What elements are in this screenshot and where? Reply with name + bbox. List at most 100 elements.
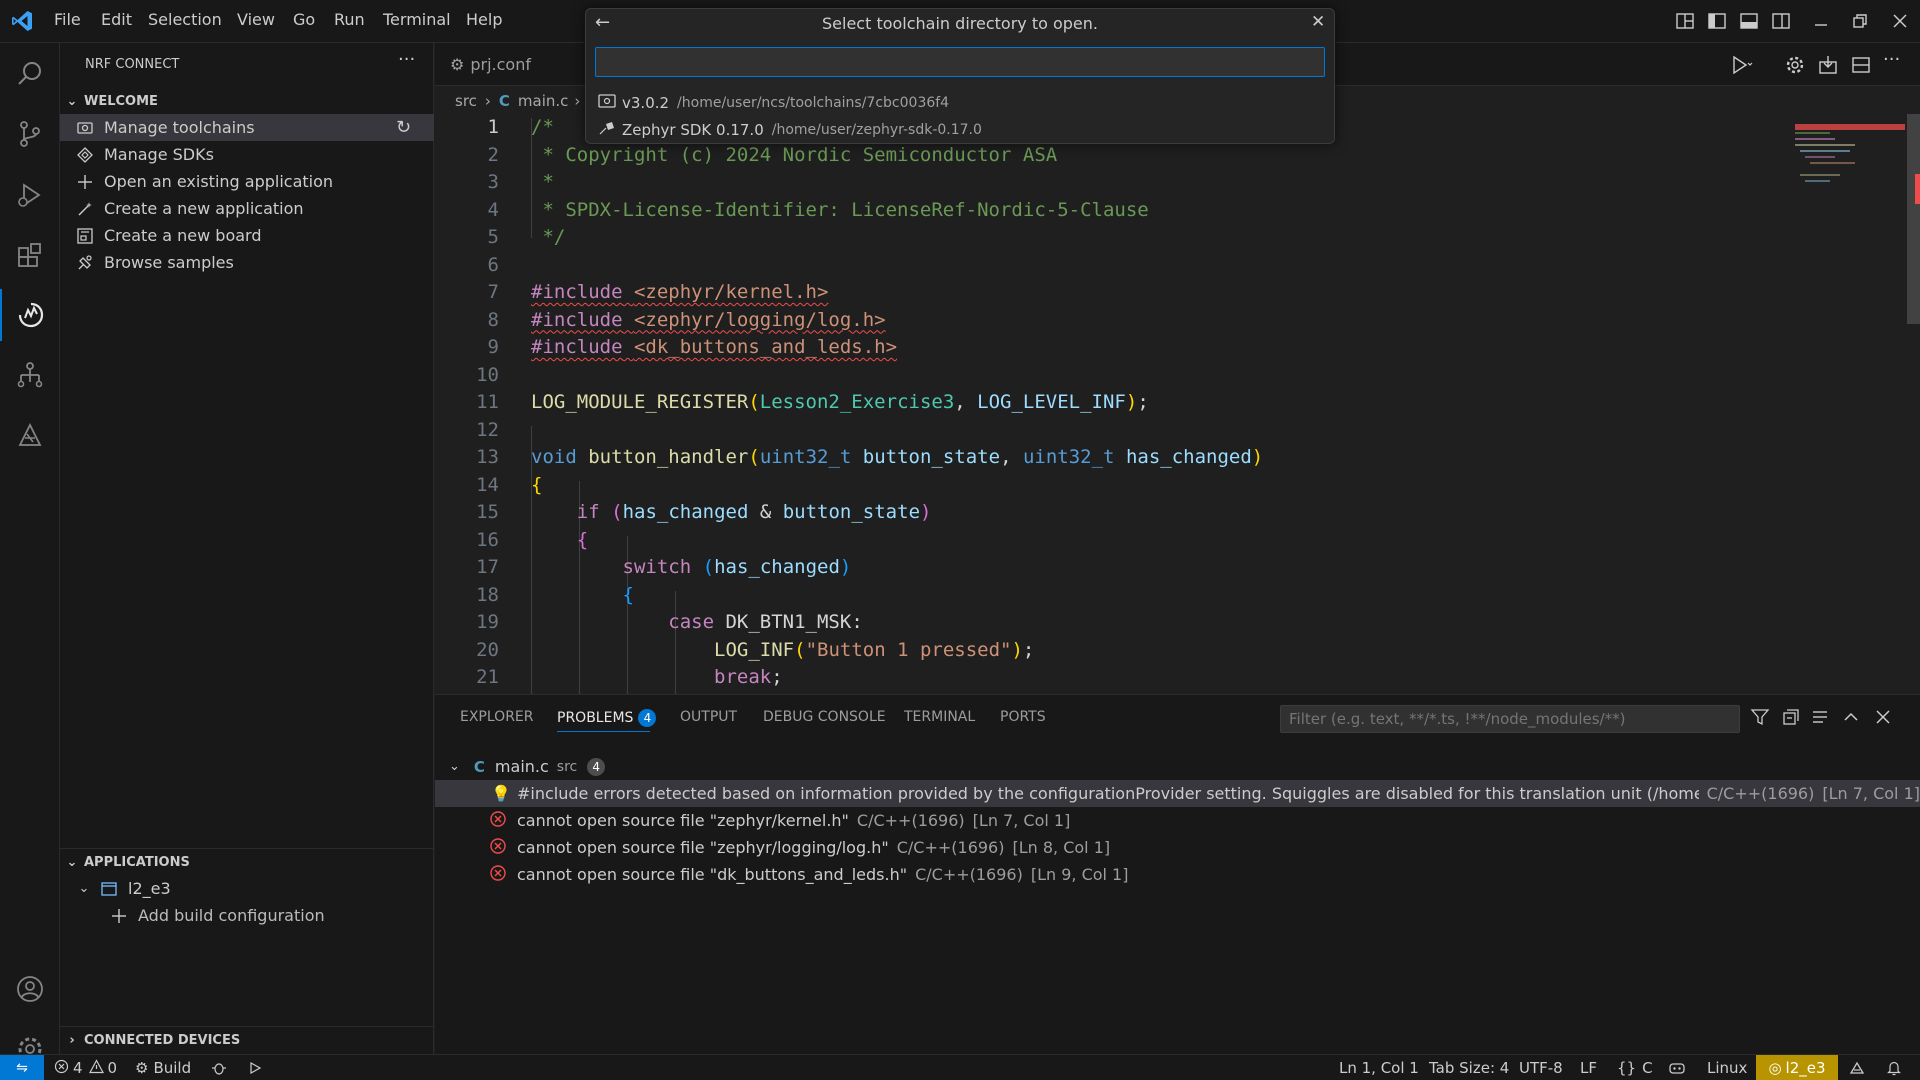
- notifications-bell-icon[interactable]: [1886, 1058, 1902, 1078]
- tab-problems[interactable]: PROBLEMS 4: [557, 709, 657, 727]
- application-l2-e3-item[interactable]: ⌄ l2_e3: [60, 875, 434, 902]
- restore-icon[interactable]: [1849, 10, 1871, 32]
- problem-row[interactable]: cannot open source file "zephyr/logging/…: [435, 834, 1920, 861]
- manage-sdks-item[interactable]: Manage SDKs: [60, 141, 434, 168]
- browse-samples-label: Browse samples: [104, 253, 234, 272]
- close-window-icon[interactable]: [1889, 10, 1911, 32]
- flash-icon[interactable]: [1817, 54, 1839, 76]
- run-debug-icon[interactable]: [0, 169, 60, 221]
- menu-terminal[interactable]: Terminal: [383, 10, 451, 29]
- problem-row[interactable]: cannot open source file "zephyr/kernel.h…: [435, 807, 1920, 834]
- collapse-all-icon[interactable]: [1781, 707, 1801, 727]
- copilot-icon[interactable]: [1668, 1058, 1686, 1078]
- menu-run[interactable]: Run: [334, 10, 365, 29]
- tab-debug-console[interactable]: DEBUG CONSOLE: [763, 709, 886, 725]
- warning-count: 0: [107, 1059, 118, 1077]
- extensions-icon[interactable]: [0, 229, 60, 281]
- minimize-icon[interactable]: [1810, 10, 1832, 32]
- menu-edit[interactable]: Edit: [101, 10, 132, 29]
- warning-icon: [88, 1058, 104, 1078]
- language-mode[interactable]: {} C: [1617, 1058, 1653, 1078]
- maximize-panel-icon[interactable]: [1841, 707, 1861, 727]
- os-indicator[interactable]: Linux: [1707, 1058, 1747, 1078]
- menu-selection[interactable]: Selection: [148, 10, 222, 29]
- run-play-icon[interactable]: [248, 1058, 262, 1078]
- toggle-panel-icon[interactable]: [1738, 10, 1760, 32]
- quick-pick-item-ncs-toolchain[interactable]: v3.0.2 /home/user/ncs/toolchains/7cbc003…: [586, 89, 1334, 116]
- close-icon[interactable]: ✕: [1311, 12, 1325, 32]
- quick-pick-item-zephyr-sdk[interactable]: Zephyr SDK 0.17.0 /home/user/zephyr-sdk-…: [586, 116, 1334, 143]
- problems-file-row[interactable]: ⌄ C main.c src 4: [435, 753, 1920, 780]
- more-actions-icon[interactable]: ···: [398, 49, 415, 70]
- breadcrumb-file[interactable]: main.c: [518, 92, 569, 110]
- chevron-right-icon: ›: [69, 1032, 75, 1048]
- nrf-connect-icon[interactable]: [0, 289, 60, 341]
- sdk-icon: [74, 144, 96, 166]
- menu-go[interactable]: Go: [293, 10, 315, 29]
- tab-prj-conf[interactable]: ⚙ prj.conf: [450, 43, 531, 86]
- code-line-8: #include <zephyr/logging/log.h>: [531, 308, 886, 331]
- split-editor-icon[interactable]: [1850, 54, 1872, 76]
- applications-section-header[interactable]: ⌄ APPLICATIONS: [60, 849, 434, 875]
- end-of-line[interactable]: LF: [1580, 1058, 1597, 1078]
- run-build-icon[interactable]: [1730, 54, 1754, 76]
- c-file-icon: C: [498, 91, 510, 110]
- code-editor[interactable]: 1 /* 2 * Copyright (c) 2024 Nordic Semico…: [435, 114, 1920, 694]
- tab-prj-conf-label: prj.conf: [470, 55, 531, 74]
- tab-ports[interactable]: PORTS: [1000, 709, 1046, 725]
- problem-row[interactable]: 💡 #include errors detected based on info…: [435, 780, 1920, 807]
- language-label: C: [1642, 1059, 1653, 1077]
- status-bar: ⇋ 4 0 ⚙ Build Ln 1, Col 1 Tab Size: 4 UT…: [0, 1054, 1920, 1080]
- remote-indicator-icon[interactable]: ⇋: [0, 1055, 44, 1080]
- create-new-board-item[interactable]: Create a new board: [60, 222, 434, 249]
- open-existing-application-item[interactable]: Open an existing application: [60, 168, 434, 195]
- device-tree-icon[interactable]: [0, 349, 60, 401]
- browse-samples-item[interactable]: Browse samples: [60, 249, 434, 276]
- refresh-icon[interactable]: ↻: [396, 117, 411, 138]
- chevron-right-icon: ›: [484, 91, 491, 110]
- settings-gear-icon[interactable]: [1784, 54, 1806, 76]
- code-line-14: {: [531, 473, 543, 496]
- build-status-item[interactable]: ⚙ Build: [135, 1058, 191, 1078]
- view-as-list-icon[interactable]: [1810, 707, 1830, 727]
- cursor-position[interactable]: Ln 1, Col 1: [1339, 1058, 1419, 1078]
- create-new-application-item[interactable]: Create a new application: [60, 195, 434, 222]
- editor-scrollbar[interactable]: [1905, 114, 1920, 694]
- line-number: 18: [476, 583, 499, 606]
- breadcrumb-folder[interactable]: src: [455, 92, 477, 110]
- add-build-configuration-item[interactable]: Add build configuration: [60, 902, 434, 929]
- memory-explorer-icon[interactable]: [0, 409, 60, 461]
- close-panel-icon[interactable]: [1873, 707, 1893, 727]
- search-icon[interactable]: [0, 48, 60, 100]
- problems-summary[interactable]: 4 0: [54, 1058, 117, 1078]
- problem-row[interactable]: cannot open source file "dk_buttons_and_…: [435, 861, 1920, 888]
- more-actions-icon[interactable]: ···: [1883, 49, 1900, 70]
- welcome-section-header[interactable]: ⌄ WELCOME: [60, 88, 434, 114]
- line-number: 5: [487, 226, 499, 248]
- toggle-primary-sidebar-icon[interactable]: [1706, 10, 1728, 32]
- accounts-icon[interactable]: [0, 963, 60, 1015]
- create-new-application-label: Create a new application: [104, 199, 304, 218]
- code-line-16: {: [576, 528, 589, 551]
- connected-devices-section-header[interactable]: › CONNECTED DEVICES: [60, 1027, 434, 1053]
- quick-pick-input[interactable]: [595, 47, 1325, 77]
- debug-bug-icon[interactable]: [211, 1058, 227, 1078]
- active-app-indicator[interactable]: ◎ l2_e3: [1756, 1055, 1838, 1080]
- toggle-secondary-sidebar-icon[interactable]: [1770, 10, 1792, 32]
- customize-layout-icon[interactable]: [1674, 10, 1696, 32]
- minimap[interactable]: [1795, 114, 1905, 694]
- quick-pick-item-name: Zephyr SDK 0.17.0: [622, 120, 764, 139]
- menu-view[interactable]: View: [237, 10, 275, 29]
- tab-output[interactable]: OUTPUT: [680, 709, 737, 725]
- menu-help[interactable]: Help: [466, 10, 502, 29]
- tab-size[interactable]: Tab Size: 4: [1429, 1058, 1509, 1078]
- menu-file[interactable]: File: [54, 10, 81, 29]
- nrf-terminal-icon[interactable]: [1848, 1058, 1866, 1078]
- filter-icon[interactable]: [1750, 707, 1770, 727]
- tab-terminal[interactable]: TERMINAL: [904, 709, 975, 725]
- file-encoding[interactable]: UTF-8: [1519, 1058, 1563, 1078]
- manage-toolchains-item[interactable]: Manage toolchains ↻: [60, 114, 434, 141]
- tab-explorer[interactable]: EXPLORER: [460, 709, 534, 725]
- problems-filter-input[interactable]: [1280, 705, 1740, 733]
- source-control-icon[interactable]: [0, 108, 60, 160]
